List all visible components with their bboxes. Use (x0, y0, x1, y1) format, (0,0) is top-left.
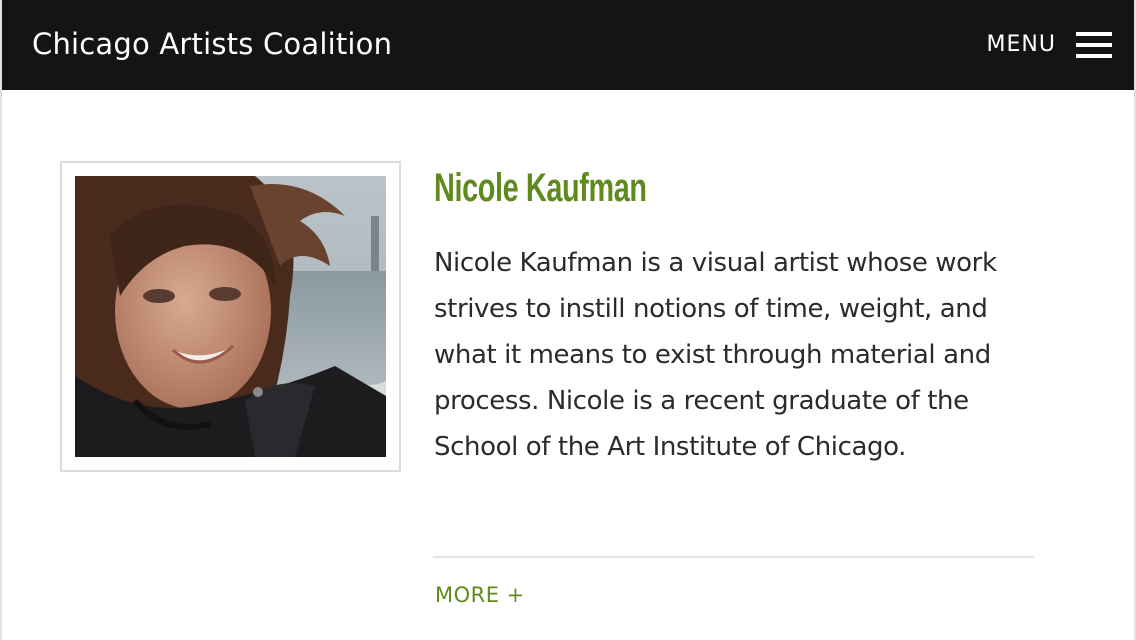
menu-button[interactable]: MENU (987, 28, 1112, 62)
menu-label[interactable]: MENU (987, 28, 1056, 62)
more-link[interactable]: MORE + (435, 580, 525, 610)
artist-name: Nicole Kaufman (434, 166, 647, 210)
divider (433, 556, 1034, 558)
site-title[interactable]: Chicago Artists Coalition (32, 22, 392, 66)
page: Chicago Artists Coalition MENU Nicole Ka… (0, 0, 1136, 640)
artist-photo (75, 176, 386, 457)
artist-bio: Nicole Kaufman is a visual artist whose … (434, 248, 997, 462)
hamburger-icon[interactable] (1076, 30, 1112, 60)
site-header: Chicago Artists Coalition MENU (2, 0, 1134, 90)
artist-photo-frame (60, 161, 401, 472)
